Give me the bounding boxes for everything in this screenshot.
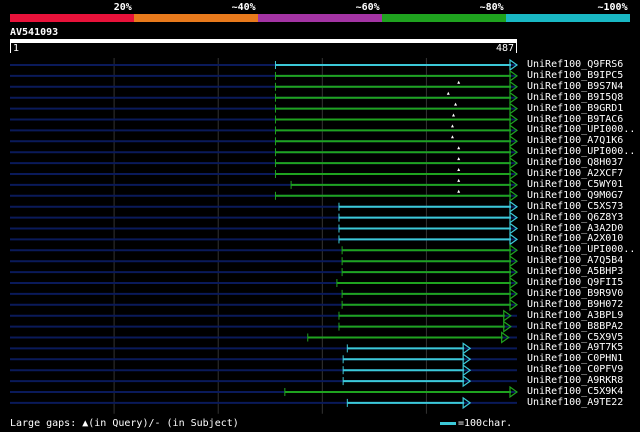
subject-label[interactable]: UniRef100_Q9FII5 [527,277,623,288]
subject-label[interactable]: UniRef100_A9TE22 [527,397,623,408]
gaps-legend: Large gaps: ▲(in Query)/- (in Subject) [10,418,239,429]
subject-label[interactable]: UniRef100_A2XCF7 [527,168,623,179]
query-gap-marker [457,157,461,161]
subject-label[interactable]: UniRef100_B9IPC5 [527,70,623,81]
query-gap-marker [457,80,461,84]
subject-label[interactable]: UniRef100_C5X9V5 [527,332,623,343]
subject-label[interactable]: UniRef100_A5BHP3 [527,266,623,277]
subject-label[interactable]: UniRef100_C5X9K4 [527,386,623,397]
subject-label[interactable]: UniRef100_A3BPL9 [527,310,623,321]
subject-label[interactable]: UniRef100_Q6Z8Y3 [527,212,623,223]
subject-label[interactable]: UniRef100_C5XS73 [527,201,623,212]
query-gap-marker [457,146,461,150]
subject-label[interactable]: UniRef100_UPI000.. [527,244,635,255]
subject-label[interactable]: UniRef100_B8BPA2 [527,321,623,332]
subject-label[interactable]: UniRef100_C0PFV9 [527,364,623,375]
subject-label[interactable]: UniRef100_A2X010 [527,233,623,244]
subject-label[interactable]: UniRef100_A7Q1K6 [527,135,623,146]
query-gap-marker [457,189,461,193]
subject-label[interactable]: UniRef100_A9RKR8 [527,375,623,386]
scale-bar [440,422,456,425]
subject-label[interactable]: UniRef100_C5WY01 [527,179,623,190]
subject-label[interactable]: UniRef100_UPI000.. [527,146,635,157]
subject-label[interactable]: UniRef100_Q8H037 [527,157,623,168]
subject-label[interactable]: UniRef100_B9R9V0 [527,288,623,299]
subject-label[interactable]: UniRef100_UPI000.. [527,124,635,135]
query-gap-marker [446,91,450,95]
scale-legend: =100char. [440,418,512,429]
subject-label[interactable]: UniRef100_B9I5Q8 [527,92,623,103]
query-gap-marker [457,178,461,182]
subject-label[interactable]: UniRef100_A3A2D0 [527,223,623,234]
subject-label[interactable]: UniRef100_B9TAC6 [527,114,623,125]
query-gap-marker [451,113,455,117]
query-gap-marker [450,135,454,139]
subject-label[interactable]: UniRef100_C0PHN1 [527,353,623,364]
subject-label[interactable]: UniRef100_Q9FRS6 [527,59,623,70]
subject-label[interactable]: UniRef100_A7Q5B4 [527,255,623,266]
subject-label[interactable]: UniRef100_B9GRD1 [527,103,623,114]
query-gap-marker [457,168,461,171]
subject-label[interactable]: UniRef100_A9T7K5 [527,342,623,353]
query-gap-marker [450,124,454,128]
subject-label[interactable]: UniRef100_B9S7N4 [527,81,623,92]
query-gap-marker [454,102,458,106]
scale-label: =100char. [458,418,513,429]
subject-label[interactable]: UniRef100_B9H072 [527,299,623,310]
subject-label[interactable]: UniRef100_Q9M0G7 [527,190,623,201]
